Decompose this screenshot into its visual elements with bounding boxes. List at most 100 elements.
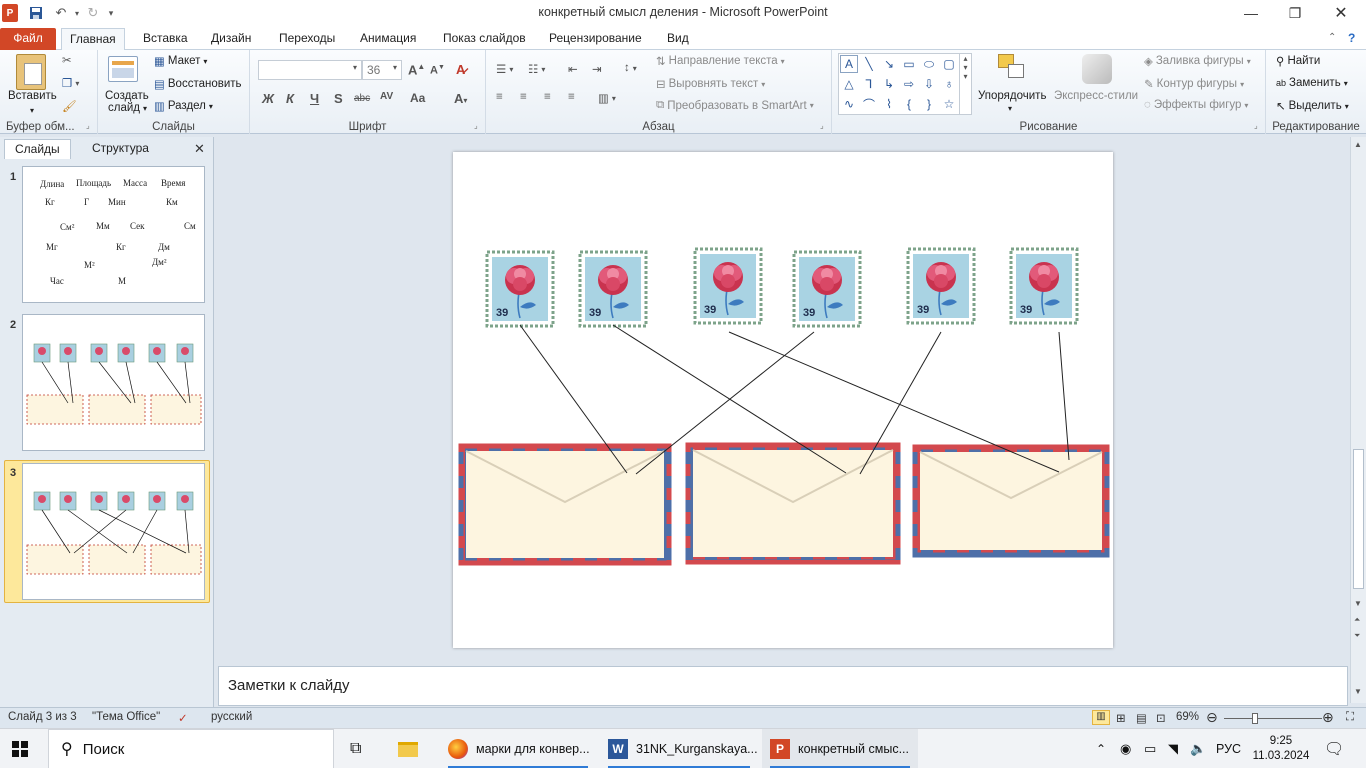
arrange-icon[interactable] <box>998 54 1026 84</box>
text-direction-button[interactable]: ⇅ Направление текста ▾ <box>656 54 785 68</box>
section-button[interactable]: ▥ Раздел ▾ <box>154 99 213 113</box>
line-spacing-icon[interactable]: ↕ ▾ <box>624 62 637 74</box>
char-spacing-button[interactable]: AV <box>380 91 393 102</box>
slide-thumbnail-1[interactable]: Длина Площадь Масса Время Кг Г Мин Км См… <box>22 166 205 303</box>
paste-button[interactable]: Вставить <box>8 90 57 102</box>
shrink-font-icon[interactable]: A▼ <box>430 64 445 77</box>
clock[interactable]: 9:25 11.03.2024 <box>1252 729 1310 768</box>
minimize-icon[interactable]: — <box>1228 0 1274 26</box>
tab-outline[interactable]: Структура <box>82 139 159 159</box>
align-center-icon[interactable]: ≡ <box>520 91 527 103</box>
shapes-more-icon[interactable]: ▴ ▾ ▾ <box>959 54 971 114</box>
arrow-shape-icon[interactable]: ↘ <box>880 55 898 73</box>
arrange-dropdown-icon[interactable]: ▾ <box>1008 104 1012 113</box>
font-color-icon[interactable]: A▾ <box>454 91 467 106</box>
copy-icon[interactable]: ❐ ▾ <box>62 76 79 90</box>
normal-view-icon[interactable]: ▥ <box>1092 710 1110 725</box>
align-left-icon[interactable]: ≡ <box>496 91 503 103</box>
curve-shape-icon[interactable]: ∿ <box>840 95 858 113</box>
notifications-icon[interactable]: 🗨 <box>1324 729 1344 768</box>
stamp[interactable]: 39 <box>792 250 862 328</box>
zoom-in-icon[interactable]: ⊕ <box>1322 709 1334 726</box>
taskbar-app-word[interactable]: W 31NK_Kurganskaya... <box>600 729 758 768</box>
change-case-button[interactable]: Aa <box>410 91 425 105</box>
clear-formatting-icon[interactable]: A̷ <box>456 62 465 77</box>
grow-font-icon[interactable]: A▲ <box>408 62 425 77</box>
scroll-down-icon[interactable]: ▼ <box>1354 599 1362 608</box>
numbering-icon[interactable]: ☷ ▾ <box>528 62 545 76</box>
tab-review[interactable]: Рецензирование <box>541 28 650 50</box>
bullets-icon[interactable]: ☰ ▾ <box>496 62 513 76</box>
align-right-icon[interactable]: ≡ <box>544 91 551 103</box>
language-indicator[interactable]: русский <box>211 711 252 723</box>
right-arrow-shape-icon[interactable]: ⇨ <box>900 75 918 93</box>
taskbar-app-browser[interactable]: марки для конвер... <box>440 729 596 768</box>
font-name-combo[interactable]: ▾ <box>258 60 362 80</box>
stamp[interactable]: 39 <box>906 247 976 325</box>
slide-thumbnail-3[interactable] <box>22 463 205 600</box>
paste-dropdown-icon[interactable]: ▾ <box>30 106 34 115</box>
stamp[interactable]: 39 <box>485 250 555 328</box>
file-explorer-icon[interactable] <box>398 729 422 768</box>
paragraph-launcher-icon[interactable]: ⌟ <box>820 121 824 130</box>
close-pane-icon[interactable]: ✕ <box>194 141 205 157</box>
start-button[interactable] <box>12 729 40 768</box>
italic-button[interactable]: К <box>286 91 294 106</box>
zoom-slider-thumb[interactable] <box>1252 713 1258 724</box>
zoom-slider[interactable] <box>1224 718 1322 719</box>
select-button[interactable]: ↖ Выделить ▾ <box>1276 99 1349 113</box>
theme-name[interactable]: "Тема Office" <box>92 711 160 723</box>
slide-thumbnail-2[interactable] <box>22 314 205 451</box>
help-icon[interactable]: ? <box>1340 28 1363 50</box>
new-slide-button[interactable]: слайд ▾ <box>108 102 147 114</box>
strikethrough-button[interactable]: abc <box>354 93 370 104</box>
tab-file[interactable]: Файл <box>0 28 56 50</box>
columns-icon[interactable]: ▥ ▾ <box>598 91 616 105</box>
spellcheck-icon[interactable]: ✓ <box>178 711 188 725</box>
slide-sorter-icon[interactable]: ⊞ <box>1116 711 1126 725</box>
tab-home[interactable]: Главная <box>61 28 125 51</box>
slideshow-icon[interactable]: ⊡ <box>1156 711 1166 725</box>
taskbar-app-powerpoint[interactable]: P конкретный смыс... <box>762 729 918 768</box>
triangle-shape-icon[interactable]: △ <box>840 75 858 93</box>
shapes-gallery[interactable]: A ╲ ↘ ▭ ⬭ ▢ △ ⅂ ↳ ⇨ ⇩ ♁ ∿ ⌒ ⌇ { } ☆ ▴ ▾ ▾ <box>838 53 972 115</box>
format-painter-icon[interactable]: 🖌 <box>62 99 77 113</box>
volume-icon[interactable]: 🔈 <box>1190 729 1208 768</box>
layout-button[interactable]: ▦ Макет ▾ <box>154 54 207 68</box>
language-switch[interactable]: РУС <box>1216 729 1244 768</box>
replace-button[interactable]: ab Заменить ▾ <box>1276 77 1348 89</box>
vertical-scrollbar[interactable]: ▲ ▼ ⏶ ⏷ ▼ <box>1350 137 1366 703</box>
tray-overflow-icon[interactable]: ⌃ <box>1096 729 1112 768</box>
new-slide-label-1[interactable]: Создать <box>105 90 149 102</box>
close-icon[interactable]: ✕ <box>1318 0 1364 26</box>
cut-icon[interactable]: ✂ <box>62 53 72 67</box>
arc-shape-icon[interactable]: ⌒ <box>860 95 878 113</box>
text-box-icon[interactable]: A <box>840 55 858 73</box>
drawing-launcher-icon[interactable]: ⌟ <box>1254 121 1258 130</box>
increase-indent-icon[interactable]: ⇥ <box>592 62 602 76</box>
stamp[interactable]: 39 <box>1009 247 1079 325</box>
fit-slide-icon[interactable]: ⛶ <box>1346 711 1354 724</box>
down-arrow-shape-icon[interactable]: ⇩ <box>920 75 938 93</box>
notes-scroll-down-icon[interactable]: ▼ <box>1354 687 1362 696</box>
rectangle-shape-icon[interactable]: ▭ <box>900 55 918 73</box>
callout-shape-icon[interactable]: ♁ <box>940 75 958 93</box>
quick-styles-icon[interactable] <box>1082 54 1112 84</box>
battery-icon[interactable]: ▭ <box>1144 729 1162 768</box>
envelope[interactable] <box>458 443 672 566</box>
line-shape-icon[interactable]: ╲ <box>860 55 878 73</box>
elbow-connector-icon[interactable]: ⅂ <box>860 75 878 93</box>
tab-slides[interactable]: Слайды <box>4 139 71 159</box>
underline-button[interactable]: Ч <box>310 91 319 106</box>
scroll-up-icon[interactable]: ▲ <box>1354 140 1362 149</box>
stamp[interactable]: 39 <box>693 247 763 325</box>
tab-animations[interactable]: Анимация <box>352 28 424 50</box>
decrease-indent-icon[interactable]: ⇤ <box>568 62 578 76</box>
scroll-thumb[interactable] <box>1353 449 1364 589</box>
convert-smartart-button[interactable]: ⧉ Преобразовать в SmartArt ▾ <box>656 99 814 112</box>
star-shape-icon[interactable]: ☆ <box>940 95 958 113</box>
task-view-icon[interactable]: ⧉ <box>350 729 372 768</box>
rounded-rect-icon[interactable]: ▢ <box>940 55 958 73</box>
reading-view-icon[interactable]: ▤ <box>1136 711 1147 725</box>
left-brace-icon[interactable]: { <box>900 95 918 113</box>
